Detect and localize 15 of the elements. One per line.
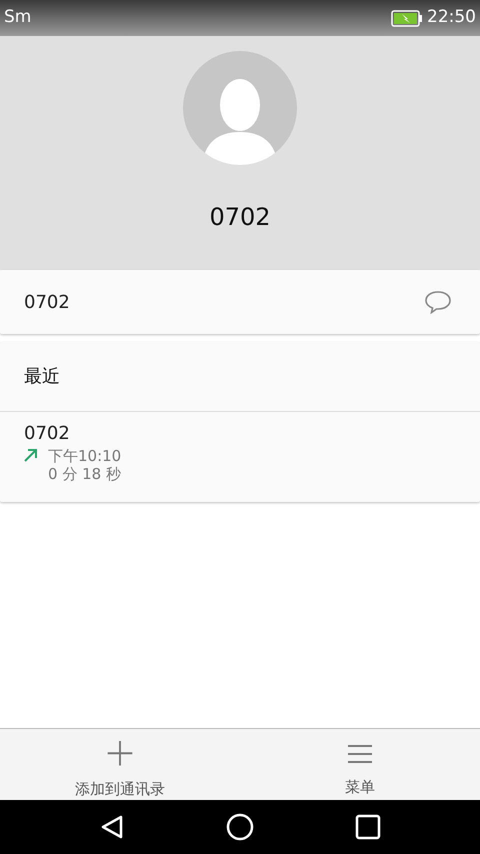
contact-number: 0702 [209, 202, 271, 233]
phone-number[interactable]: 0702 [24, 288, 70, 316]
plus-icon [106, 740, 134, 766]
menu-button[interactable]: 菜单 [240, 729, 480, 800]
section-title: 最近 [24, 365, 60, 389]
carrier-name: Sm [4, 6, 32, 30]
call-number: 0702 [24, 422, 71, 446]
call-duration: 0 分 18 秒 [48, 465, 122, 483]
add-contact-button[interactable]: 添加到通讯录 [0, 729, 240, 800]
recents-button[interactable] [354, 813, 382, 841]
clock-time: 22:50 [427, 6, 476, 30]
home-button[interactable] [226, 813, 254, 841]
message-icon[interactable] [424, 290, 452, 314]
call-time: 下午10:10 [48, 447, 122, 465]
menu-icon [347, 743, 373, 765]
